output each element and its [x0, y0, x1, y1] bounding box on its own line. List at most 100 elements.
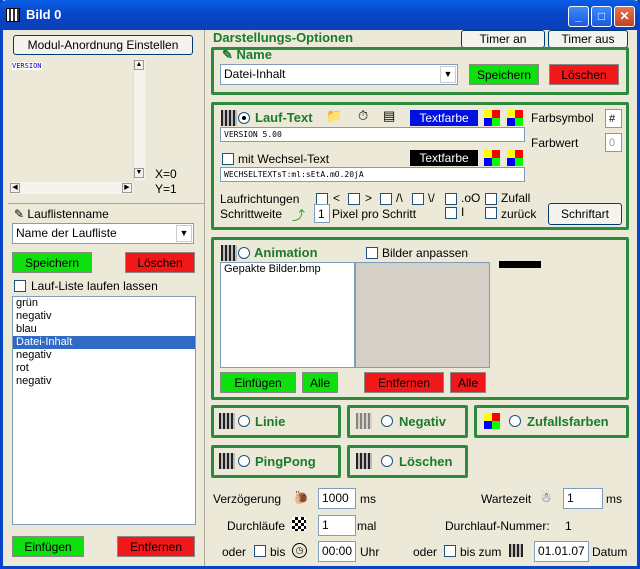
- farbsymbol-input[interactable]: #: [605, 109, 622, 128]
- farbwert-input[interactable]: 0: [605, 133, 622, 152]
- dir-up-checkbox[interactable]: [380, 193, 392, 205]
- dir-right-checkbox[interactable]: [348, 193, 360, 205]
- name-label: ✎ Name: [222, 47, 272, 63]
- preview-vscrollbar[interactable]: ▲ ▼: [133, 60, 145, 180]
- animation-insert-button[interactable]: Einfügen: [220, 372, 296, 393]
- preview-hscrollbar[interactable]: ◀ ▶: [10, 182, 133, 194]
- lauftext-radio[interactable]: [238, 112, 250, 124]
- dir-vertical-checkbox[interactable]: [445, 207, 457, 219]
- wechsel-checkbox[interactable]: [222, 153, 234, 165]
- timer-off-button[interactable]: Timer aus: [548, 30, 628, 48]
- color-random-icon[interactable]: [507, 110, 523, 126]
- scroll-up-icon[interactable]: ▲: [134, 60, 144, 70]
- animation-file-list[interactable]: Gepakte Bilder.bmp: [220, 262, 355, 368]
- textfarbe2-button[interactable]: Textfarbe: [410, 150, 478, 166]
- laufliste-name-combo[interactable]: Name der Laufliste ▼: [12, 223, 194, 244]
- animation-all-button[interactable]: Alle: [302, 372, 338, 393]
- animation-radio[interactable]: [238, 247, 250, 259]
- list-item[interactable]: grün: [13, 297, 195, 310]
- lauftext-input[interactable]: VERSION 5.00: [220, 127, 525, 142]
- name-label-text: Name: [236, 47, 272, 62]
- bis-date-checkbox[interactable]: [444, 545, 456, 557]
- zurueck-checkbox[interactable]: [485, 207, 497, 219]
- textfarbe-button[interactable]: Textfarbe: [410, 110, 478, 126]
- minimize-button[interactable]: _: [568, 6, 589, 27]
- runs-input[interactable]: 1: [318, 515, 356, 536]
- pingpong-radio[interactable]: [238, 455, 250, 467]
- y-coordinate: Y=1: [155, 182, 177, 196]
- negativ-label: Negativ: [399, 414, 446, 429]
- animation-all-remove-button[interactable]: Alle: [450, 372, 486, 393]
- clock-icon[interactable]: ⏱: [358, 108, 374, 124]
- calendar-icon: [509, 544, 523, 557]
- schrittweite-input[interactable]: 1: [314, 204, 330, 223]
- pencil-icon: ✎: [14, 207, 25, 221]
- chevron-down-icon[interactable]: ▼: [440, 66, 456, 83]
- list-item[interactable]: negativ: [13, 349, 195, 362]
- run-list-checkbox[interactable]: [14, 280, 26, 292]
- dir-ooo-checkbox[interactable]: [445, 193, 457, 205]
- name-delete-button[interactable]: Löschen: [549, 64, 619, 85]
- scroll-left-icon[interactable]: ◀: [10, 183, 20, 193]
- left-remove-button[interactable]: Entfernen: [117, 536, 195, 557]
- bis-zum-label: bis zum: [460, 545, 502, 559]
- date-input[interactable]: 01.01.07: [534, 541, 589, 562]
- left-insert-button[interactable]: Einfügen: [12, 536, 84, 557]
- lauflistenname-label: ✎ Lauflistenname: [14, 207, 109, 221]
- list-item[interactable]: Gepakte Bilder.bmp: [221, 263, 354, 276]
- loeschen-radio[interactable]: [381, 455, 393, 467]
- title-bar[interactable]: Bild 0 _ □ ✕: [0, 0, 640, 30]
- chevron-down-icon[interactable]: ▼: [176, 225, 192, 242]
- negativ-radio[interactable]: [381, 415, 393, 427]
- run-list-label: Lauf-Liste laufen lassen: [31, 279, 158, 293]
- laufliste-name-value: Name der Laufliste: [16, 226, 117, 240]
- steps-icon: ⤴: [292, 208, 306, 223]
- color-palette-icon[interactable]: [484, 150, 500, 166]
- close-button[interactable]: ✕: [614, 6, 635, 27]
- list-item[interactable]: blau: [13, 323, 195, 336]
- list-item-selected[interactable]: Datei-Inhalt: [13, 336, 195, 349]
- schriftart-button[interactable]: Schriftart: [548, 203, 622, 225]
- timer-on-button[interactable]: Timer an: [461, 30, 545, 48]
- animation-remove-button[interactable]: Entfernen: [364, 372, 444, 393]
- pencil-icon: ✎: [222, 47, 233, 62]
- snail-icon: 🐌: [293, 490, 310, 505]
- modul-anordnung-button[interactable]: Modul-Anordnung Einstellen: [13, 35, 193, 55]
- document-icon[interactable]: ▤: [383, 108, 399, 124]
- wait-unit: ms: [606, 492, 622, 506]
- delay-label: Verzögerung: [213, 492, 282, 506]
- wechseltext-input[interactable]: WECHSELTEXTsT:ml:sEtA.mO.20jA: [220, 167, 525, 182]
- name-save-button[interactable]: Speichern: [469, 64, 539, 85]
- laufliste-list[interactable]: grün negativ blau Datei-Inhalt negativ r…: [12, 296, 196, 525]
- delay-input[interactable]: 1000: [318, 488, 356, 509]
- dir-down-checkbox[interactable]: [412, 193, 424, 205]
- name-combo[interactable]: Datei-Inhalt ▼: [220, 64, 458, 85]
- scroll-down-icon[interactable]: ▼: [134, 168, 144, 178]
- list-item[interactable]: rot: [13, 362, 195, 375]
- laufliste-delete-button[interactable]: Löschen: [125, 252, 195, 273]
- laufrichtungen-label: Laufrichtungen: [220, 192, 300, 206]
- pingpong-icon: [219, 453, 235, 469]
- run-number-label: Durchlauf-Nummer:: [445, 519, 550, 533]
- linie-radio[interactable]: [238, 415, 250, 427]
- list-item[interactable]: negativ: [13, 310, 195, 323]
- list-item[interactable]: negativ: [13, 375, 195, 388]
- options-title: Darstellungs-Optionen: [213, 30, 354, 45]
- clock-icon: ◷: [292, 543, 307, 558]
- color-random-icon[interactable]: [507, 150, 523, 166]
- wait-input[interactable]: 1: [563, 488, 603, 509]
- time-input[interactable]: 00:00: [318, 541, 356, 562]
- bilder-anpassen-checkbox[interactable]: [366, 247, 378, 259]
- dir-up-label: /\: [396, 191, 403, 205]
- runs-unit: mal: [357, 519, 377, 533]
- scroll-right-icon[interactable]: ▶: [122, 183, 132, 193]
- color-palette-icon[interactable]: [484, 110, 500, 126]
- folder-icon[interactable]: 📁: [326, 108, 342, 124]
- person-icon: ☃: [540, 490, 552, 505]
- laufliste-save-button[interactable]: Speichern: [12, 252, 92, 273]
- zufall-checkbox[interactable]: [485, 193, 497, 205]
- bis-time-checkbox[interactable]: [254, 545, 266, 557]
- wait-label: Wartezeit: [481, 492, 532, 506]
- maximize-button[interactable]: □: [591, 6, 612, 27]
- zufallsfarben-radio[interactable]: [509, 415, 521, 427]
